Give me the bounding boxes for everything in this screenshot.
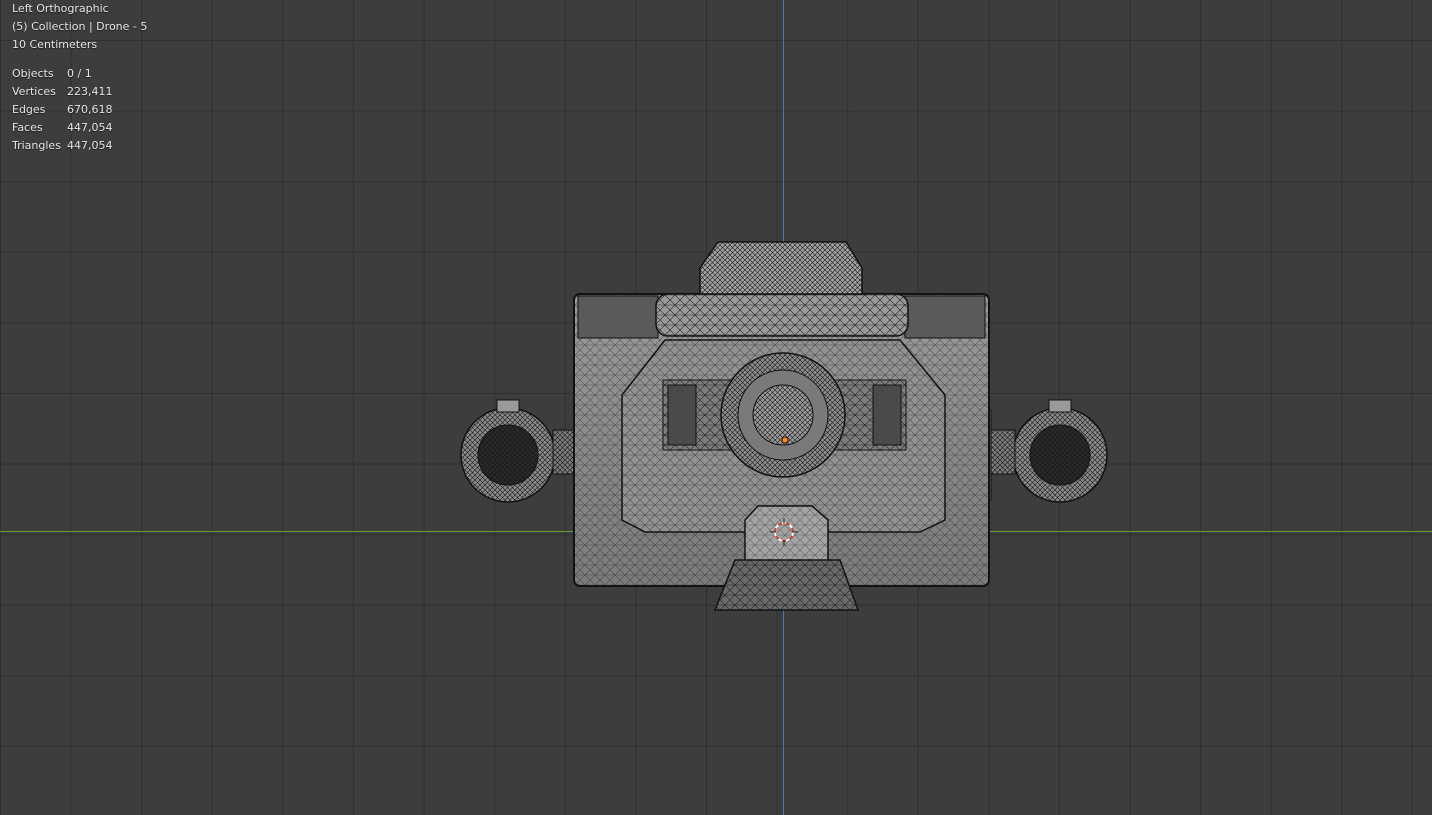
scene-statistics: Objects 0 / 1 Vertices 223,411 Edges 670,618 F…: [12, 65, 147, 155]
view-name: Left Orthographic: [12, 2, 109, 15]
stat-label: Vertices: [12, 85, 56, 98]
stat-label: Edges: [12, 103, 46, 116]
viewport-text-overlay: Left Orthographic (5) Collection | Drone…: [12, 0, 147, 155]
stat-row: Objects 0 / 1: [12, 65, 147, 83]
stat-value: 0 / 1: [67, 67, 92, 80]
stat-value: 670,618: [67, 103, 113, 116]
stat-label: Objects: [12, 67, 54, 80]
stat-value: 223,411: [67, 85, 113, 98]
stat-row: Faces 447,054: [12, 119, 147, 137]
stat-row: Edges 670,618: [12, 101, 147, 119]
stat-row: Vertices 223,411: [12, 83, 147, 101]
central-sensor-eye: [720, 352, 846, 478]
drone-mesh[interactable]: [0, 0, 1432, 815]
stat-label: Faces: [12, 121, 43, 134]
stat-label: Triangles: [12, 139, 61, 152]
object-origin-icon: [781, 436, 789, 444]
stat-value: 447,054: [67, 139, 113, 152]
stat-value: 447,054: [67, 121, 113, 134]
grid-scale: 10 Centimeters: [12, 38, 98, 51]
3d-viewport[interactable]: Left Orthographic (5) Collection | Drone…: [0, 0, 1432, 815]
collection-info: (5) Collection | Drone - 5: [12, 20, 148, 33]
stat-row: Triangles 447,054: [12, 137, 147, 155]
